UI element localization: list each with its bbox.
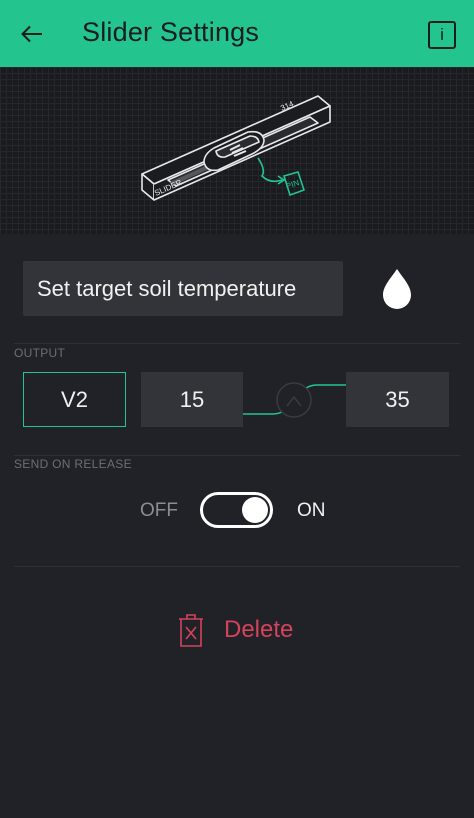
max-value-input[interactable]: 35 [346, 372, 449, 427]
color-picker-button[interactable] [379, 266, 415, 310]
divider [14, 455, 460, 456]
page-title: Slider Settings [82, 17, 260, 47]
info-icon: i [440, 25, 444, 44]
send-on-release-label: SEND ON RELEASE [14, 457, 132, 471]
delete-label: Delete [224, 616, 294, 643]
min-value-input[interactable]: 15 [141, 372, 243, 427]
toggle-off-label: OFF [140, 500, 178, 521]
pin-tag-label: PIN [285, 178, 301, 191]
divider [14, 343, 460, 344]
arrow-back-icon [21, 25, 42, 43]
toggle-knob [242, 497, 268, 523]
send-on-release-toggle[interactable] [200, 492, 273, 528]
info-button[interactable]: i [428, 21, 456, 49]
back-button[interactable] [14, 14, 50, 54]
widget-illustration: PIN SLIDER 314 [0, 67, 474, 234]
divider [14, 566, 460, 567]
gauge-icon [276, 382, 312, 418]
delete-button[interactable]: Delete [176, 610, 293, 650]
slider-illustration: PIN SLIDER 314 [141, 95, 331, 201]
toggle-on-label: ON [297, 500, 326, 521]
output-section-label: OUTPUT [14, 346, 66, 360]
droplet-icon [383, 269, 411, 309]
trash-icon [179, 614, 203, 647]
pin-select[interactable]: V2 [23, 372, 126, 427]
widget-name-input[interactable]: Set target soil temperature [23, 261, 343, 316]
mapping-curve [243, 382, 346, 418]
app-bar: Slider Settings i [0, 0, 474, 67]
